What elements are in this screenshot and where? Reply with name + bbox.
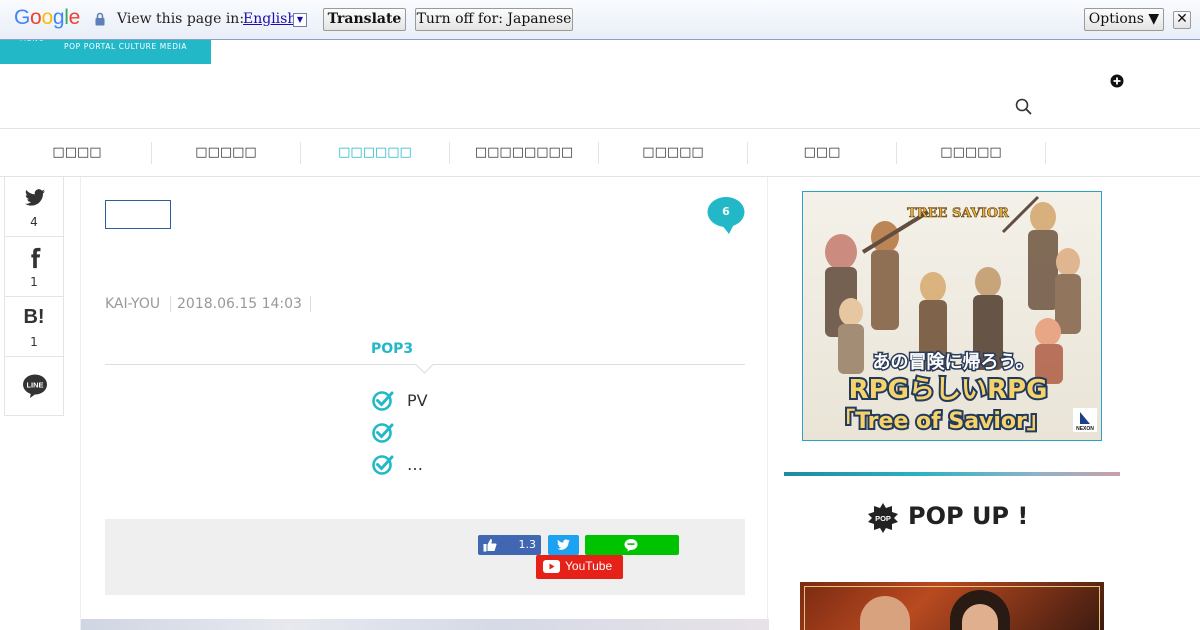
twitter-tweet-button[interactable] bbox=[548, 535, 579, 555]
twitter-icon bbox=[557, 539, 570, 550]
article-hero-image bbox=[81, 619, 769, 630]
right-sidebar: TREE SAVIOR あの冒険に帰ろう。 RPGらしいRPG 「Tree of… bbox=[784, 177, 1120, 630]
ad-artwork: TREE SAVIOR あの冒険に帰ろう。 RPGらしいRPG 「Tree of… bbox=[803, 192, 1101, 440]
ad-logo-text: TREE SAVIOR bbox=[907, 206, 1009, 221]
nav-item-6[interactable]: □□□ bbox=[748, 142, 897, 164]
youtube-icon bbox=[543, 560, 560, 573]
page: { "translate_bar": { "logo": "Google", "… bbox=[0, 0, 1200, 630]
line-share-button[interactable] bbox=[585, 535, 679, 555]
pop3-item-text: … bbox=[407, 455, 423, 474]
hatena-share[interactable]: B! 1 bbox=[5, 297, 63, 357]
line-icon bbox=[624, 539, 638, 552]
nav-item-5[interactable]: □□□□□ bbox=[599, 142, 748, 164]
site-tagline: POP PORTAL CULTURE MEDIA bbox=[64, 42, 188, 51]
nav-item-2[interactable]: □□□□□ bbox=[152, 142, 301, 164]
article: 6 KAI-YOU 2018.06.15 14:03 POP3 PV … 1.3… bbox=[80, 177, 769, 630]
facebook-share[interactable]: 1 bbox=[5, 237, 63, 297]
check-circle-icon bbox=[372, 455, 394, 475]
close-translate-bar-button[interactable]: ✕ bbox=[1173, 11, 1191, 29]
comment-count: 6 bbox=[722, 205, 730, 218]
twitter-share[interactable]: 4 bbox=[5, 177, 63, 237]
pop-badge-icon: POP bbox=[868, 503, 898, 533]
hatena-count: 1 bbox=[30, 335, 38, 349]
facebook-like-count: 1.3 bbox=[518, 538, 537, 551]
turn-off-translation-button[interactable]: Turn off for: Japanese bbox=[415, 8, 573, 31]
popup-title: POP UP ! bbox=[908, 502, 1029, 530]
facebook-like-button[interactable]: 1.3 bbox=[478, 535, 541, 555]
check-circle-icon bbox=[372, 423, 394, 443]
category-tag[interactable] bbox=[105, 200, 171, 229]
pop3-divider-notch bbox=[415, 355, 434, 374]
ad-headline-1: RPGらしいRPG bbox=[849, 375, 1048, 405]
pop-badge-text: POP bbox=[875, 514, 891, 523]
tree-of-savior-ad[interactable]: TREE SAVIOR あの冒険に帰ろう。 RPGらしいRPG 「Tree of… bbox=[802, 191, 1102, 441]
youtube-subscribe-button[interactable]: YouTube bbox=[536, 555, 623, 579]
google-logo: Google bbox=[14, 6, 80, 29]
article-date: 2018.06.15 14:03 bbox=[170, 296, 311, 312]
translate-bar: Google View this page in: English ▼ Tran… bbox=[0, 0, 1200, 40]
nav-item-3-active[interactable]: □□□□□□ bbox=[301, 142, 450, 164]
plus-circle-icon[interactable] bbox=[1110, 74, 1124, 88]
language-dropdown-arrow[interactable]: ▼ bbox=[293, 13, 307, 27]
translate-prompt: View this page in: bbox=[117, 11, 245, 27]
share-buttons-box: 1.3 YouTube bbox=[105, 519, 745, 595]
category-nav: □□□□ □□□□□ □□□□□□ □□□□□□□□ □□□□□ □□□ □□□… bbox=[0, 128, 1200, 177]
pop3-item-text: PV bbox=[407, 391, 428, 410]
nav-item-4[interactable]: □□□□□□□□ bbox=[450, 142, 599, 164]
nav-item-1[interactable]: □□□□ bbox=[3, 142, 152, 164]
facebook-icon bbox=[31, 247, 41, 269]
youtube-label: YouTube bbox=[565, 559, 613, 573]
line-icon-text: LINE bbox=[26, 381, 43, 390]
section-divider bbox=[784, 472, 1120, 476]
check-circle-icon bbox=[372, 391, 394, 411]
language-select-link[interactable]: English bbox=[243, 11, 296, 27]
translate-button[interactable]: Translate bbox=[323, 8, 406, 31]
nav-item-7[interactable]: □□□□□ bbox=[897, 142, 1046, 164]
search-icon[interactable] bbox=[1015, 98, 1032, 115]
line-share[interactable]: LINE bbox=[5, 357, 63, 416]
line-icon: LINE bbox=[23, 374, 47, 398]
article-author[interactable]: KAI-YOU bbox=[105, 296, 172, 312]
ad-catch-text: あの冒険に帰ろう。 bbox=[873, 351, 1034, 373]
share-sidebar: 4 1 B! 1 LINE bbox=[4, 177, 64, 416]
ad-publisher-logo: NEXON bbox=[1076, 426, 1094, 432]
twitter-icon bbox=[24, 189, 46, 206]
pop3-heading: POP3 bbox=[371, 341, 414, 357]
ad-headline-2: 「Tree of Savior」 bbox=[833, 409, 1049, 434]
hatena-bookmark-icon: B! bbox=[23, 306, 45, 328]
facebook-count: 1 bbox=[30, 275, 38, 289]
twitter-count: 4 bbox=[30, 215, 38, 229]
popup-thumbnail[interactable] bbox=[800, 582, 1104, 630]
thumbs-up-icon bbox=[483, 539, 497, 552]
lock-icon bbox=[95, 12, 105, 26]
options-button[interactable]: Options ▼ bbox=[1084, 8, 1164, 31]
